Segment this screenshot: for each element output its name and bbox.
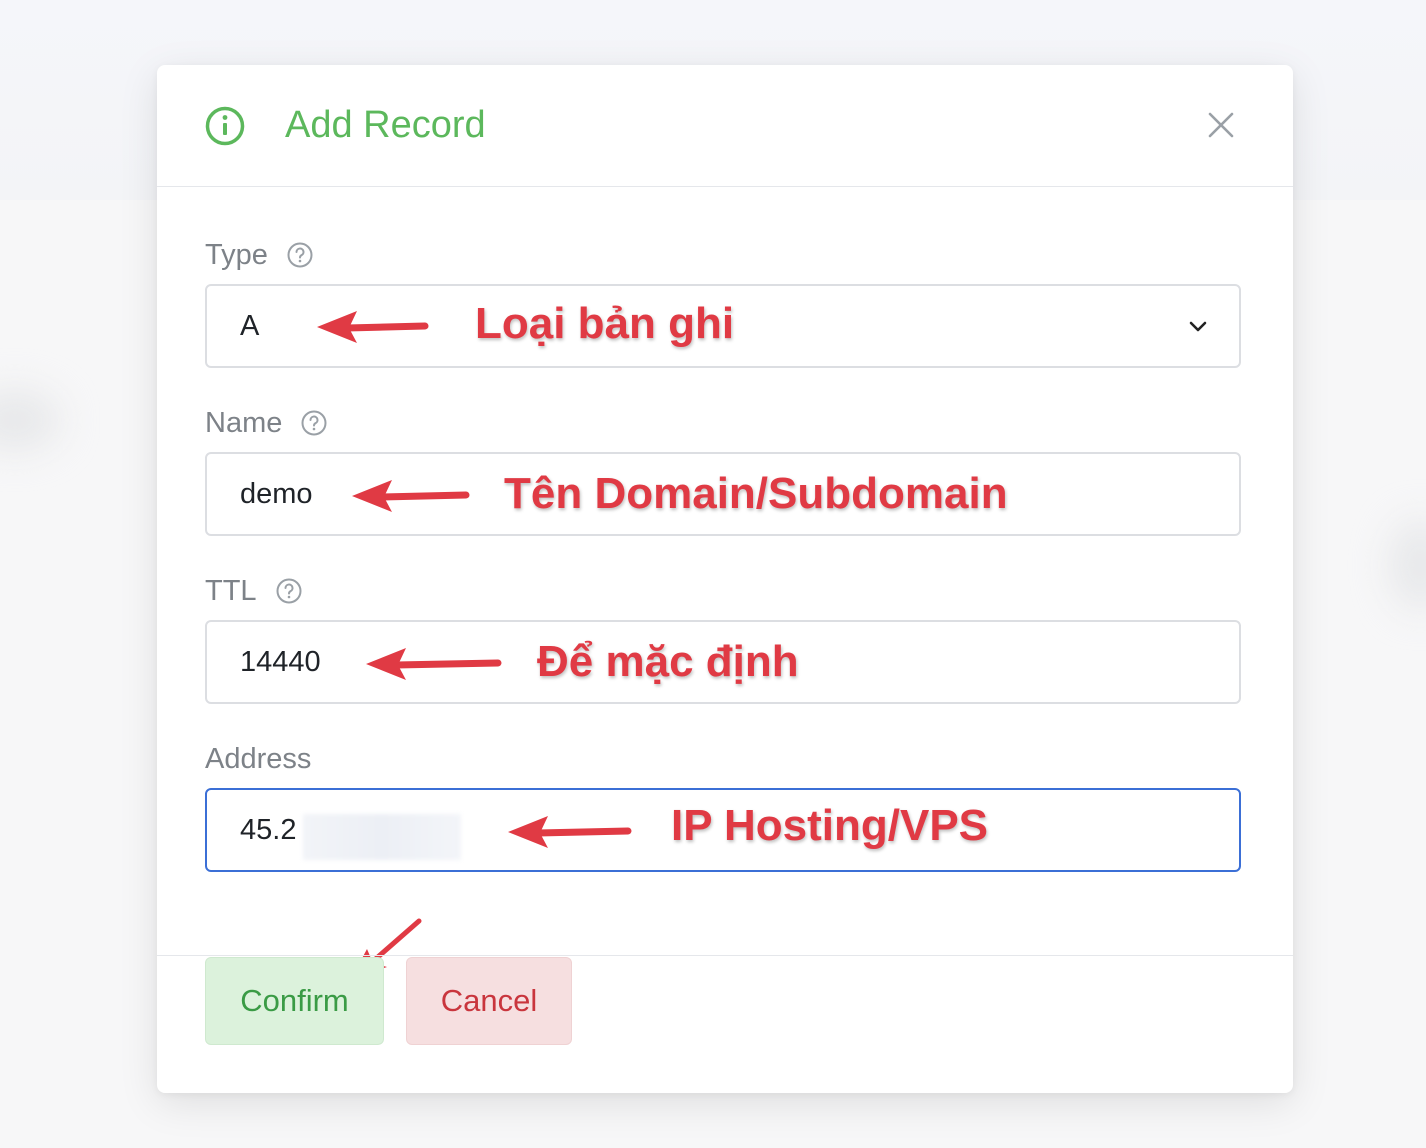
info-icon bbox=[205, 106, 245, 146]
confirm-button[interactable]: Confirm bbox=[205, 957, 384, 1045]
annotation-arrow-ttl bbox=[366, 648, 502, 680]
annotation-arrow-address bbox=[508, 816, 632, 848]
dialog-header: Add Record bbox=[157, 65, 1293, 187]
name-label: Name bbox=[205, 405, 328, 441]
type-label: Type bbox=[205, 237, 314, 273]
ttl-label: TTL bbox=[205, 573, 303, 609]
type-value: A bbox=[240, 310, 260, 342]
dialog-title: Add Record bbox=[285, 104, 486, 146]
name-value: demo bbox=[240, 478, 313, 510]
help-icon[interactable] bbox=[275, 577, 303, 605]
footer-divider bbox=[157, 955, 1293, 956]
address-label-text: Address bbox=[205, 743, 312, 775]
chevron-down-icon bbox=[1189, 321, 1207, 332]
cancel-button[interactable]: Cancel bbox=[406, 957, 572, 1045]
help-icon[interactable] bbox=[286, 241, 314, 269]
annotation-arrow-name bbox=[352, 480, 470, 512]
name-label-text: Name bbox=[205, 407, 283, 439]
help-icon[interactable] bbox=[300, 409, 328, 437]
annotation-address-note: IP Hosting/VPS bbox=[671, 801, 989, 850]
close-icon[interactable] bbox=[1205, 109, 1237, 141]
annotation-name-note: Tên Domain/Subdomain bbox=[504, 469, 1008, 518]
address-label: Address bbox=[205, 741, 311, 777]
annotation-arrow-type bbox=[317, 311, 429, 343]
redacted-ip-blur bbox=[303, 814, 461, 860]
annotation-ttl-note: Để mặc định bbox=[537, 637, 799, 686]
ttl-value: 14440 bbox=[240, 646, 321, 678]
annotation-type-note: Loại bản ghi bbox=[475, 299, 735, 348]
type-label-text: Type bbox=[205, 239, 268, 271]
add-record-dialog: Add Record Type A Name demo TTL 14440 Ad… bbox=[157, 65, 1293, 1093]
ttl-label-text: TTL bbox=[205, 575, 257, 607]
address-value: 45.2 bbox=[240, 814, 297, 846]
